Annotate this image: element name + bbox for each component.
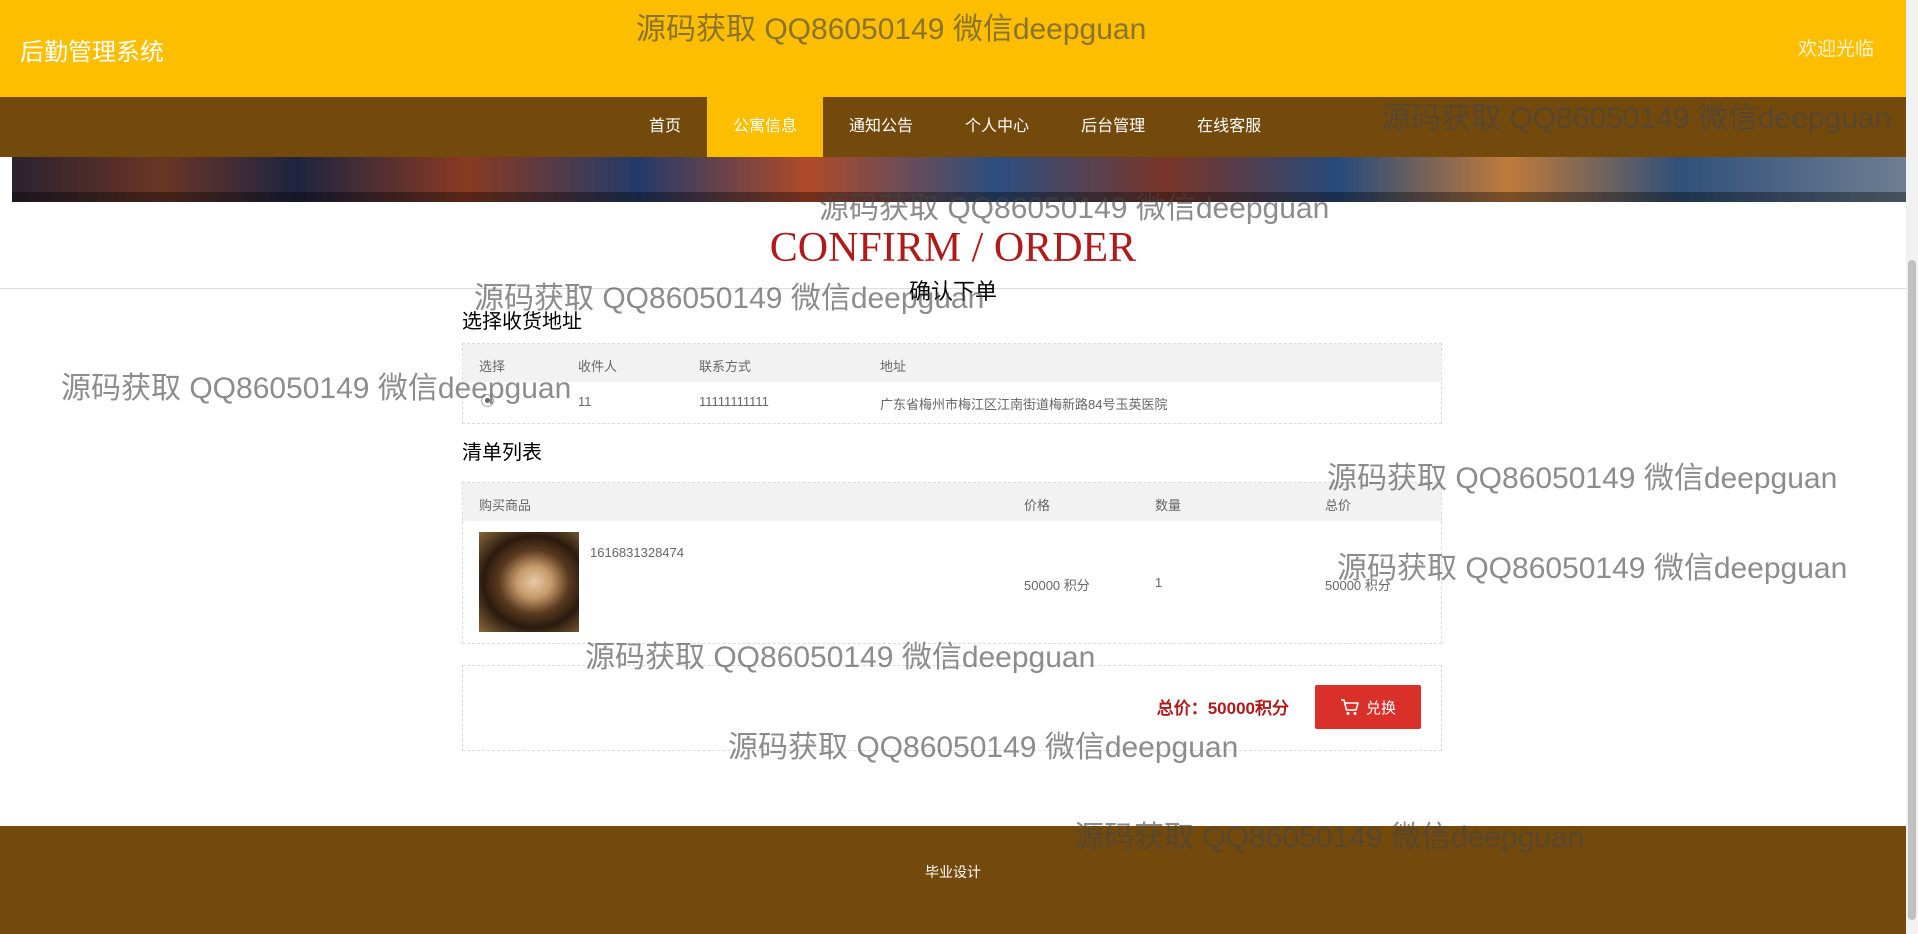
nav-item-apartment-info[interactable]: 公寓信息 [707,97,824,157]
scrollbar-thumb[interactable] [1908,260,1916,920]
column-header-recipient: 收件人 [578,359,618,374]
page: 后勤管理系统 欢迎光临 首页 公寓信息 通知公告 个人中心 后台管理 在线客服 … [0,0,1906,934]
phone-cell: 11111111111 [699,394,769,409]
product-name[interactable]: 1616831328474 [590,545,684,560]
order-list-section-title: 清单列表 [462,442,542,464]
nav-item-admin[interactable]: 后台管理 [1055,97,1171,157]
product-image[interactable] [479,532,579,632]
exchange-button[interactable]: 兑换 [1315,685,1421,729]
footer-text: 毕业设计 [925,864,981,880]
column-header-product: 购买商品 [479,498,532,513]
order-list-header: 购买商品 价格 数量 总价 [463,483,1441,521]
address-table: 选择 收件人 联系方式 地址 11 11111111111 广东省梅州市梅江区江… [462,343,1442,424]
welcome-text: 欢迎光临 [1797,39,1874,60]
page-scrollbar[interactable] [1906,0,1918,934]
column-header-select: 选择 [479,359,506,374]
page-title-cn: 确认下单 [908,279,997,304]
banner-image [12,157,1906,202]
product-price: 50000 积分 [1024,578,1090,593]
nav-item-online-service[interactable]: 在线客服 [1171,97,1287,157]
total-price-label: 总价：50000积分 [1156,699,1289,718]
exchange-button-label: 兑换 [1365,699,1396,717]
product-total: 50000 积分 [1325,578,1391,593]
top-header: 后勤管理系统 欢迎光临 [0,0,1906,97]
column-header-address: 地址 [880,359,907,374]
nav-item-home[interactable]: 首页 [623,97,707,157]
site-brand[interactable]: 后勤管理系统 [20,32,164,67]
nav-list: 首页 公寓信息 通知公告 个人中心 后台管理 在线客服 [623,97,1287,157]
address-section-title: 选择收货地址 [462,311,582,333]
column-header-contact: 联系方式 [699,359,752,374]
address-cell: 广东省梅州市梅江区江南街道梅新路84号玉英医院 [880,397,1168,412]
product-quantity: 1 [1155,575,1163,590]
order-list-table: 购买商品 价格 数量 总价 1616831328474 50000 积分 1 5… [462,482,1442,644]
main-nav: 首页 公寓信息 通知公告 个人中心 后台管理 在线客服 [0,97,1906,157]
column-header-price: 价格 [1024,498,1051,513]
address-radio[interactable] [481,394,494,407]
nav-item-personal-center[interactable]: 个人中心 [939,97,1055,157]
nav-item-notices[interactable]: 通知公告 [823,97,939,157]
address-table-header: 选择 收件人 联系方式 地址 [463,344,1441,382]
recipient-cell: 11 [578,394,592,409]
order-summary: 总价：50000积分 兑换 [462,665,1442,751]
page-title-en: CONFIRM / ORDER [769,225,1137,271]
column-header-quantity: 数量 [1155,498,1182,513]
footer: 毕业设计 [0,826,1906,934]
column-header-total: 总价 [1325,498,1352,513]
cart-icon [1340,699,1359,715]
